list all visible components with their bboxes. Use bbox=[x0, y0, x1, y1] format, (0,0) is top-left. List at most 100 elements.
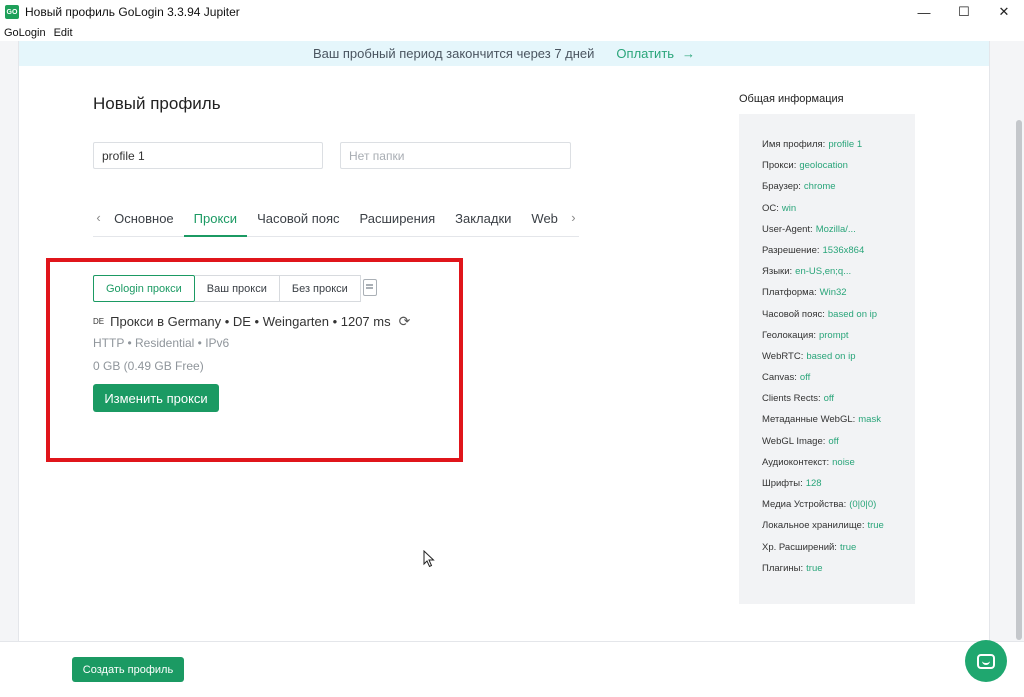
support-chat-button[interactable] bbox=[965, 640, 1007, 682]
info-label: Языки: bbox=[762, 266, 793, 278]
info-label: ОС: bbox=[762, 202, 779, 214]
info-label: WebRTC: bbox=[762, 350, 804, 362]
profile-name-input[interactable]: profile 1 bbox=[93, 142, 323, 169]
info-value: true bbox=[867, 520, 884, 532]
own-proxy-option[interactable]: Ваш прокси bbox=[194, 275, 280, 302]
info-row: Часовой пояс: based on ip bbox=[762, 309, 915, 330]
arrow-right-icon: → bbox=[682, 46, 696, 61]
menu-gologin[interactable]: GoLogin bbox=[0, 27, 50, 39]
info-value: (0|0|0) bbox=[849, 499, 877, 511]
info-row: Платформа: Win32 bbox=[762, 287, 915, 308]
info-row: Аудиоконтекст: noise bbox=[762, 457, 915, 478]
info-row: Браузер: chrome bbox=[762, 181, 915, 202]
tab-timezone[interactable]: Часовой пояс bbox=[247, 205, 349, 237]
window-controls: — ☐ ✕ bbox=[904, 0, 1024, 24]
tab-bookmarks[interactable]: Закладки bbox=[445, 205, 521, 237]
profile-tabs: ‹ Основное Прокси Часовой пояс Расширени… bbox=[93, 205, 579, 237]
info-value: off bbox=[823, 393, 834, 405]
info-heading: Общая информация bbox=[739, 93, 844, 105]
refresh-icon[interactable]: ⟳ bbox=[399, 313, 411, 330]
pay-link[interactable]: Оплатить → bbox=[616, 46, 695, 61]
chat-icon bbox=[977, 653, 995, 669]
info-value: off bbox=[828, 435, 839, 447]
info-label: Платформа: bbox=[762, 287, 817, 299]
info-label: Имя профиля: bbox=[762, 139, 826, 150]
info-label: Разрешение: bbox=[762, 244, 820, 256]
no-proxy-option[interactable]: Без прокси bbox=[279, 275, 361, 302]
pay-link-label: Оплатить bbox=[616, 46, 675, 61]
info-row: Прокси: geolocation bbox=[762, 160, 915, 181]
info-row: ОС: win bbox=[762, 203, 915, 224]
info-value: en-US,en;q... bbox=[795, 266, 852, 278]
paste-proxy-icon[interactable] bbox=[363, 279, 377, 296]
create-profile-button[interactable]: Создать профиль bbox=[72, 657, 184, 682]
info-panel: Имя профиля: profile 1 Прокси: geolocation Б… bbox=[739, 114, 915, 604]
proxy-meta: HTTP • Residential • IPv6 bbox=[93, 336, 230, 350]
title-bar: GO Новый профиль GoLogin 3.3.94 Jupiter … bbox=[0, 0, 1024, 24]
info-label: Плагины: bbox=[762, 562, 804, 574]
change-proxy-button[interactable]: Изменить прокси bbox=[93, 384, 219, 412]
proxy-type-selector: Gologin прокси Ваш прокси Без прокси bbox=[93, 275, 361, 302]
close-button[interactable]: ✕ bbox=[984, 0, 1024, 24]
info-row: Разрешение: 1536x864 bbox=[762, 245, 915, 266]
info-row: Плагины: true bbox=[762, 563, 915, 584]
tab-prev-arrow-icon[interactable]: ‹ bbox=[93, 205, 104, 225]
info-row: Clients Rects: off bbox=[762, 393, 915, 414]
info-value: profile 1 bbox=[828, 139, 863, 150]
info-row: Локальное хранилище: true bbox=[762, 520, 915, 541]
page-title: Новый профиль bbox=[93, 94, 221, 113]
info-row: WebRTC: based on ip bbox=[762, 351, 915, 372]
info-value: geolocation bbox=[799, 160, 848, 172]
info-value: win bbox=[781, 202, 797, 214]
tab-web[interactable]: Web bbox=[521, 205, 568, 237]
info-row: Языки: en-US,en;q... bbox=[762, 266, 915, 287]
info-value: prompt bbox=[818, 329, 849, 341]
info-row: Геолокация: prompt bbox=[762, 330, 915, 351]
minimize-button[interactable]: — bbox=[904, 0, 944, 24]
trial-banner: Ваш пробный период закончится через 7 дн… bbox=[19, 41, 989, 66]
info-label: Геолокация: bbox=[762, 329, 816, 341]
info-label: Canvas: bbox=[762, 372, 797, 384]
folder-select[interactable]: Нет папки bbox=[340, 142, 571, 169]
info-label: Хр. Расширений: bbox=[762, 541, 837, 553]
info-value: 1536x864 bbox=[822, 244, 865, 256]
info-label: Браузер: bbox=[762, 181, 801, 193]
info-label: WebGL Image: bbox=[762, 435, 826, 447]
info-value: true bbox=[806, 562, 823, 574]
germany-flag-icon: DE bbox=[93, 317, 105, 326]
tab-main[interactable]: Основное bbox=[104, 205, 184, 237]
info-label: Метаданные WebGL: bbox=[762, 414, 856, 426]
info-row: User-Agent: Mozilla/... bbox=[762, 224, 915, 245]
info-value: based on ip bbox=[806, 350, 856, 362]
info-value: Win32 bbox=[819, 287, 847, 299]
menu-bar: GoLogin Edit bbox=[0, 24, 1024, 41]
info-row: Хр. Расширений: true bbox=[762, 542, 915, 563]
window-title: Новый профиль GoLogin 3.3.94 Jupiter bbox=[25, 5, 240, 19]
info-label: Часовой пояс: bbox=[762, 308, 825, 320]
tab-extensions[interactable]: Расширения bbox=[350, 205, 446, 237]
info-label: Локальное хранилище: bbox=[762, 520, 865, 532]
info-row: Медиа Устройства: (0|0|0) bbox=[762, 499, 915, 520]
info-row: Метаданные WebGL: mask bbox=[762, 414, 915, 435]
trial-banner-text: Ваш пробный период закончится через 7 дн… bbox=[312, 46, 595, 61]
info-value: 128 bbox=[805, 478, 822, 489]
info-value: true bbox=[839, 541, 857, 553]
info-value: off bbox=[799, 372, 811, 384]
info-label: User-Agent: bbox=[762, 223, 813, 235]
tab-proxy[interactable]: Прокси bbox=[183, 205, 248, 237]
menu-edit[interactable]: Edit bbox=[50, 27, 77, 39]
proxy-location: DE Прокси в Germany • DE • Weingarten • … bbox=[93, 313, 410, 330]
info-label: Медиа Устройства: bbox=[762, 499, 847, 511]
tab-next-arrow-icon[interactable]: › bbox=[568, 205, 579, 225]
scrollbar-thumb[interactable] bbox=[1016, 120, 1022, 640]
info-label: Шрифты: bbox=[762, 478, 803, 489]
info-label: Clients Rects: bbox=[762, 393, 821, 405]
proxy-location-text: Прокси в Germany • DE • Weingarten • 120… bbox=[110, 314, 391, 329]
proxy-traffic: 0 GB (0.49 GB Free) bbox=[93, 359, 204, 373]
maximize-button[interactable]: ☐ bbox=[944, 0, 984, 24]
info-row: Шрифты: 128 bbox=[762, 478, 915, 499]
info-value: chrome bbox=[803, 181, 836, 193]
info-value: Mozilla/... bbox=[815, 223, 856, 235]
info-value: mask bbox=[858, 414, 881, 426]
gologin-proxy-option[interactable]: Gologin прокси bbox=[93, 275, 195, 302]
